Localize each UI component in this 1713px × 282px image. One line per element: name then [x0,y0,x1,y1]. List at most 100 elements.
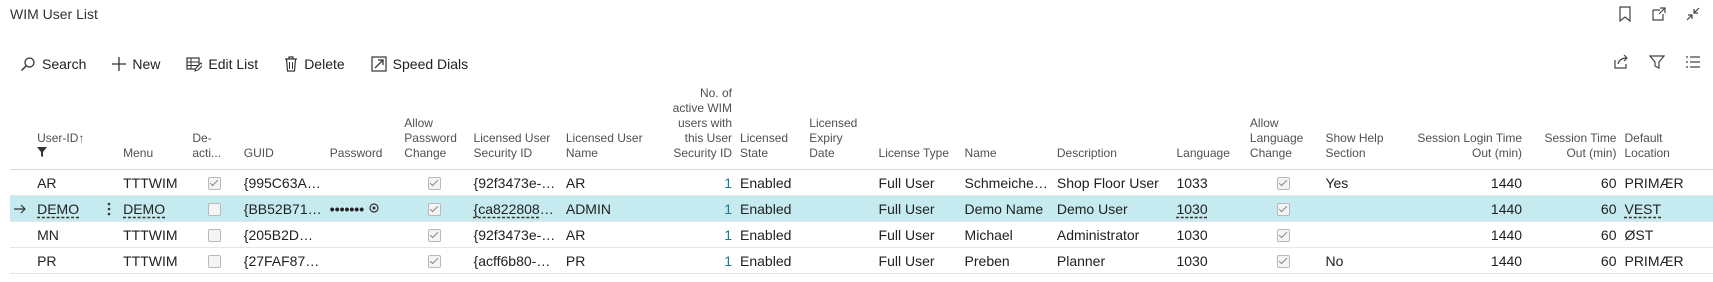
cell-active-users[interactable]: 1 [662,247,737,274]
cell-description[interactable]: Shop Floor User [1052,169,1173,196]
deactivated-checkbox[interactable] [207,255,221,269]
cell-deactivated[interactable] [188,169,240,196]
cell-guid[interactable]: {27FAF870-... [239,247,326,274]
cell-show-help[interactable]: Yes [1321,169,1403,196]
cell-security-id[interactable]: {92f3473e-7... [469,221,562,248]
cell-session-timeout[interactable]: 60 [1526,221,1621,248]
cell-menu[interactable]: TTTWIM [119,247,189,274]
table-row[interactable]: AR TTTWIM {995C63AF-... {92f3473e-7... A… [10,169,1713,196]
col-licensed-expiry-date[interactable]: Licensed Expiry Date [805,86,875,170]
cell-menu[interactable]: TTTWIM [119,169,189,196]
col-password[interactable]: Password [325,86,401,170]
share-icon[interactable] [1611,52,1631,72]
allow-language-change-checkbox[interactable] [1277,255,1291,269]
cell-language[interactable]: 1030 [1172,221,1246,248]
allow-language-change-checkbox[interactable] [1277,203,1291,217]
allow-password-change-checkbox[interactable] [428,203,442,217]
cell-allow-language-change[interactable] [1245,247,1322,274]
collapse-icon[interactable] [1683,4,1703,24]
cell-language[interactable]: 1030 [1172,247,1246,274]
col-deactivated[interactable]: De-acti... [188,86,240,170]
cell-password[interactable] [325,221,401,248]
cell-allow-language-change[interactable] [1245,195,1322,222]
cell-license-type[interactable]: Full User [874,221,961,248]
search-button[interactable]: Search [20,56,86,72]
col-description[interactable]: Description [1052,86,1173,170]
col-guid[interactable]: GUID [239,86,326,170]
cell-deactivated[interactable] [188,247,240,274]
cell-show-help[interactable] [1321,195,1403,222]
delete-button[interactable]: Delete [284,56,345,72]
cell-expiry-date[interactable] [805,247,875,274]
cell-allow-password-change[interactable] [400,169,470,196]
col-default-location[interactable]: Default Location [1620,86,1713,170]
cell-login-timeout[interactable]: 1440 [1402,169,1527,196]
col-menu[interactable]: Menu [119,86,189,170]
cell-show-help[interactable]: No [1321,247,1403,274]
cell-user-id[interactable]: MN [33,221,120,248]
cell-allow-password-change[interactable] [400,247,470,274]
cell-menu[interactable]: DEMO [119,195,189,222]
bookmark-icon[interactable] [1615,4,1635,24]
cell-session-timeout[interactable]: 60 [1526,195,1621,222]
cell-location[interactable]: VEST [1620,195,1713,222]
col-licensed-state[interactable]: Licensed State [736,86,806,170]
col-licensed-user-security-id[interactable]: Licensed User Security ID [469,86,562,170]
col-active-wim-users[interactable]: No. of active WIM users with this User S… [662,86,737,170]
edit-list-button[interactable]: Edit List [186,56,258,72]
table-row[interactable]: PR TTTWIM {27FAF870-... {acff6b80-0e... … [10,247,1713,274]
cell-allow-password-change[interactable] [400,221,470,248]
cell-licensed-state[interactable]: Enabled [736,169,806,196]
cell-expiry-date[interactable] [805,221,875,248]
col-show-help-section[interactable]: Show Help Section [1321,86,1403,170]
row-menu-icon[interactable] [107,202,111,219]
col-name[interactable]: Name [960,86,1053,170]
allow-password-change-checkbox[interactable] [428,177,442,191]
deactivated-checkbox[interactable] [207,203,221,217]
cell-login-timeout[interactable]: 1440 [1402,195,1527,222]
cell-guid[interactable]: {995C63AF-... [239,169,326,196]
cell-active-users[interactable]: 1 [662,221,737,248]
allow-password-change-checkbox[interactable] [428,255,442,269]
deactivated-checkbox[interactable] [207,177,221,191]
cell-allow-language-change[interactable] [1245,221,1322,248]
cell-name[interactable]: Schmeichel ... [960,169,1053,196]
allow-language-change-checkbox[interactable] [1277,177,1291,191]
cell-name[interactable]: Preben [960,247,1053,274]
cell-guid[interactable]: {BB52B71B-... [239,195,326,222]
col-allow-password-change[interactable]: Allow Password Change [400,86,470,170]
cell-licensed-user-name[interactable]: ADMIN [561,195,663,222]
cell-password[interactable] [325,247,401,274]
cell-description[interactable]: Demo User [1052,195,1173,222]
open-new-window-icon[interactable] [1649,4,1669,24]
cell-name[interactable]: Demo Name [960,195,1053,222]
filter-icon[interactable] [1647,52,1667,72]
col-licensed-user-name[interactable]: Licensed User Name [561,86,663,170]
cell-language[interactable]: 1030 [1172,195,1246,222]
cell-password[interactable]: ••••••• [325,195,401,222]
cell-name[interactable]: Michael [960,221,1053,248]
cell-description[interactable]: Administrator [1052,221,1173,248]
deactivated-checkbox[interactable] [207,229,221,243]
cell-licensed-state[interactable]: Enabled [736,195,806,222]
cell-expiry-date[interactable] [805,169,875,196]
cell-password[interactable] [325,169,401,196]
table-row[interactable]: MN TTTWIM {205B2DC1... {92f3473e-7... AR… [10,221,1713,248]
cell-security-id[interactable]: {92f3473e-7... [469,169,562,196]
cell-user-id[interactable]: DEMO [33,195,120,222]
allow-language-change-checkbox[interactable] [1277,229,1291,243]
new-button[interactable]: New [112,56,160,72]
cell-licensed-user-name[interactable]: AR [561,169,663,196]
cell-login-timeout[interactable]: 1440 [1402,247,1527,274]
cell-licensed-state[interactable]: Enabled [736,247,806,274]
col-session-time-out[interactable]: Session Time Out (min) [1526,86,1621,170]
cell-allow-language-change[interactable] [1245,169,1322,196]
cell-deactivated[interactable] [188,195,240,222]
col-license-type[interactable]: License Type [874,86,961,170]
cell-guid[interactable]: {205B2DC1... [239,221,326,248]
cell-location[interactable]: ØST [1620,221,1713,248]
cell-expiry-date[interactable] [805,195,875,222]
cell-description[interactable]: Planner [1052,247,1173,274]
cell-language[interactable]: 1033 [1172,169,1246,196]
cell-license-type[interactable]: Full User [874,195,961,222]
